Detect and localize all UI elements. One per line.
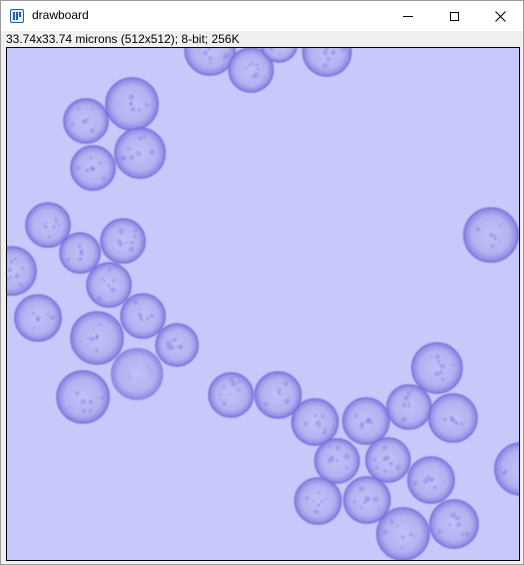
cell bbox=[56, 370, 110, 424]
title-bar[interactable]: drawboard bbox=[1, 1, 523, 31]
minimize-button[interactable] bbox=[385, 1, 431, 31]
image-canvas[interactable] bbox=[6, 47, 520, 561]
cell bbox=[105, 77, 159, 131]
cell bbox=[59, 232, 101, 274]
cell bbox=[429, 499, 479, 549]
close-button[interactable] bbox=[477, 1, 523, 31]
microscopy-image bbox=[7, 48, 519, 560]
minimize-icon bbox=[403, 15, 413, 17]
cell bbox=[376, 507, 430, 560]
cell bbox=[63, 98, 109, 144]
image-window: drawboard 33.74x33.74 microns (512x512);… bbox=[0, 0, 524, 565]
cell bbox=[463, 207, 519, 263]
cell bbox=[208, 372, 254, 418]
cell bbox=[342, 397, 390, 445]
cell bbox=[114, 127, 166, 179]
maximize-icon bbox=[449, 11, 459, 21]
cell bbox=[428, 393, 478, 443]
cell bbox=[120, 293, 166, 339]
cell bbox=[155, 323, 199, 367]
cell bbox=[14, 294, 62, 342]
image-info-text: 33.74x33.74 microns (512x512); 8-bit; 25… bbox=[6, 32, 240, 46]
cell bbox=[70, 145, 116, 191]
cell bbox=[291, 398, 339, 446]
cell bbox=[100, 218, 146, 264]
imagej-icon bbox=[10, 9, 24, 23]
cell bbox=[294, 477, 342, 525]
cell bbox=[110, 347, 164, 401]
window-title: drawboard bbox=[32, 8, 89, 22]
cell bbox=[407, 456, 455, 504]
maximize-button[interactable] bbox=[431, 1, 477, 31]
cell bbox=[386, 384, 432, 430]
cell bbox=[411, 342, 463, 394]
cell bbox=[365, 437, 411, 483]
cell bbox=[70, 311, 124, 365]
cell bbox=[86, 262, 132, 308]
close-icon bbox=[494, 10, 506, 22]
image-info-bar: 33.74x33.74 microns (512x512); 8-bit; 25… bbox=[1, 31, 523, 47]
cell bbox=[314, 438, 360, 484]
